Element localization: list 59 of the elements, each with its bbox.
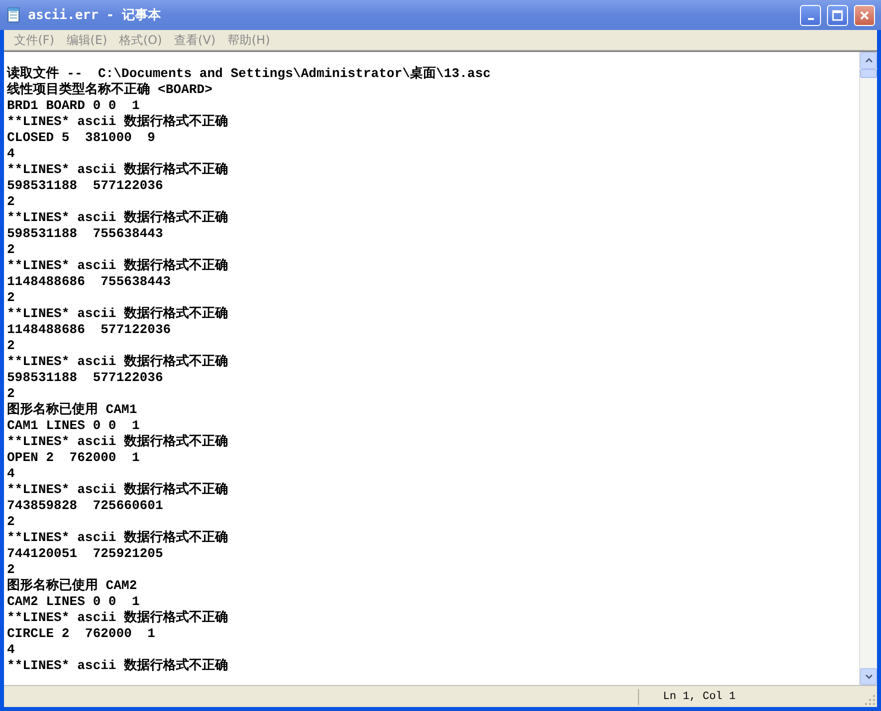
text-line: **LINES* ascii 数据行格式不正确 — [7, 482, 228, 498]
text-line: CAM2 LINES 0 0 1 — [7, 594, 140, 610]
menu-item[interactable]: 帮助(H) — [222, 32, 276, 48]
text-line: 2 — [7, 338, 15, 354]
text-line: 4 — [7, 642, 15, 658]
text-line: 2 — [7, 386, 15, 402]
minimize-icon — [808, 18, 814, 20]
close-icon — [859, 10, 870, 20]
text-line: 2 — [7, 562, 15, 578]
text-line: CAM1 LINES 0 0 1 — [7, 418, 140, 434]
text-line: **LINES* ascii 数据行格式不正确 — [7, 354, 228, 370]
text-line: 744120051 725921205 — [7, 546, 164, 562]
text-line: **LINES* ascii 数据行格式不正确 — [7, 610, 228, 626]
text-line: 4 — [7, 146, 15, 162]
text-line: CLOSED 5 381000 9 — [7, 130, 156, 146]
maximize-icon — [832, 10, 843, 20]
text-line: 743859828 725660601 — [7, 498, 164, 514]
text-line: BRD1 BOARD 0 0 1 — [7, 98, 140, 114]
cursor-position: Ln 1, Col 1 — [662, 690, 737, 702]
text-line: **LINES* ascii 数据行格式不正确 — [7, 210, 228, 226]
text-line: 1148488686 577122036 — [7, 322, 171, 338]
minimize-button[interactable] — [800, 4, 821, 26]
text-line: 1148488686 755638443 — [7, 274, 171, 290]
resize-grip-icon[interactable] — [863, 693, 877, 707]
text-line: 线性项目类型名称不正确 <BOARD> — [7, 82, 212, 98]
text-line: 598531188 755638443 — [7, 226, 164, 242]
text-line: 598531188 577122036 — [7, 178, 164, 194]
text-line: 2 — [7, 242, 15, 258]
window-title: ascii.err - 记事本 — [28, 7, 162, 24]
text-line: **LINES* ascii 数据行格式不正确 — [7, 434, 228, 450]
text-line: **LINES* ascii 数据行格式不正确 — [7, 162, 228, 178]
text-line: 2 — [7, 290, 15, 306]
text-line: 2 — [7, 194, 15, 210]
text-line: OPEN 2 762000 1 — [7, 450, 140, 466]
vertical-scrollbar[interactable] — [859, 52, 877, 685]
notepad-icon — [6, 7, 22, 23]
text-line: 598531188 577122036 — [7, 370, 164, 386]
text-line: **LINES* ascii 数据行格式不正确 — [7, 306, 228, 322]
caret-down-icon — [864, 674, 872, 679]
close-button[interactable] — [854, 4, 875, 26]
text-line: 图形名称已使用 CAM1 — [7, 402, 138, 418]
text-line: 2 — [7, 514, 15, 530]
menu-item[interactable]: 格式(O) — [113, 32, 168, 48]
scroll-up-button[interactable] — [860, 52, 877, 69]
menu-item[interactable]: 查看(V) — [168, 32, 222, 48]
menu-item[interactable]: 文件(F) — [8, 32, 60, 48]
text-line: **LINES* ascii 数据行格式不正确 — [7, 114, 228, 130]
text-line: **LINES* ascii 数据行格式不正确 — [7, 658, 228, 674]
text-line: **LINES* ascii 数据行格式不正确 — [7, 258, 228, 274]
text-line: CIRCLE 2 762000 1 — [7, 626, 156, 642]
scroll-thumb[interactable] — [860, 69, 877, 78]
text-line: **LINES* ascii 数据行格式不正确 — [7, 530, 228, 546]
text-line: 读取文件 -- C:\Documents and Settings\Administrator\桌面\13.asc — [7, 66, 491, 82]
text-line: 4 — [7, 466, 15, 482]
menu-item[interactable]: 编辑(E) — [60, 32, 114, 48]
caret-up-icon — [864, 58, 872, 63]
text-line: 图形名称已使用 CAM2 — [7, 578, 138, 594]
scroll-down-button[interactable] — [860, 668, 877, 685]
maximize-button[interactable] — [827, 4, 848, 26]
